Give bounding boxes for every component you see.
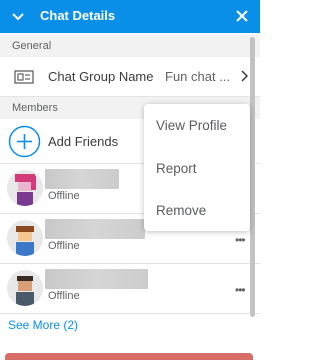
avatar-image — [7, 220, 43, 256]
avatar[interactable] — [7, 270, 43, 306]
avatar-image — [7, 270, 43, 306]
avatar-image — [7, 170, 43, 206]
leave-chat-button[interactable] — [5, 353, 253, 360]
member-status: Offline — [48, 190, 80, 202]
more-options-icon[interactable]: ••• — [235, 283, 246, 297]
id-card-icon — [14, 70, 34, 84]
scrollbar[interactable] — [250, 37, 255, 317]
menu-item-remove[interactable]: Remove — [156, 203, 206, 218]
member-status: Offline — [48, 290, 80, 302]
see-more-link[interactable]: See More (2) — [8, 318, 78, 332]
page-title: Chat Details — [40, 8, 116, 23]
chevron-down-icon[interactable] — [10, 9, 26, 25]
menu-item-view-profile[interactable]: View Profile — [156, 118, 227, 133]
member-name-redacted — [45, 219, 145, 239]
member-name-redacted — [45, 169, 119, 189]
member-status: Offline — [48, 240, 80, 252]
add-circle-icon — [8, 125, 41, 158]
menu-item-report[interactable]: Report — [156, 161, 197, 176]
chevron-right-icon — [241, 70, 248, 82]
member-name-redacted — [45, 269, 148, 289]
more-options-icon[interactable]: ••• — [235, 233, 246, 247]
avatar[interactable] — [7, 220, 43, 256]
chat-group-name-value: Fun chat ... — [165, 69, 231, 84]
section-label-general: General — [0, 35, 260, 57]
add-friends-label: Add Friends — [48, 134, 119, 149]
chat-details-header: Chat Details — [0, 0, 260, 33]
avatar[interactable] — [7, 170, 43, 206]
member-context-menu: View Profile Report Remove — [144, 104, 250, 231]
chat-group-name-row[interactable]: Chat Group Name Fun chat ... — [0, 57, 260, 97]
close-icon[interactable] — [234, 8, 250, 24]
chat-group-name-label: Chat Group Name — [48, 69, 154, 84]
member-row[interactable]: Offline ••• — [0, 264, 260, 314]
